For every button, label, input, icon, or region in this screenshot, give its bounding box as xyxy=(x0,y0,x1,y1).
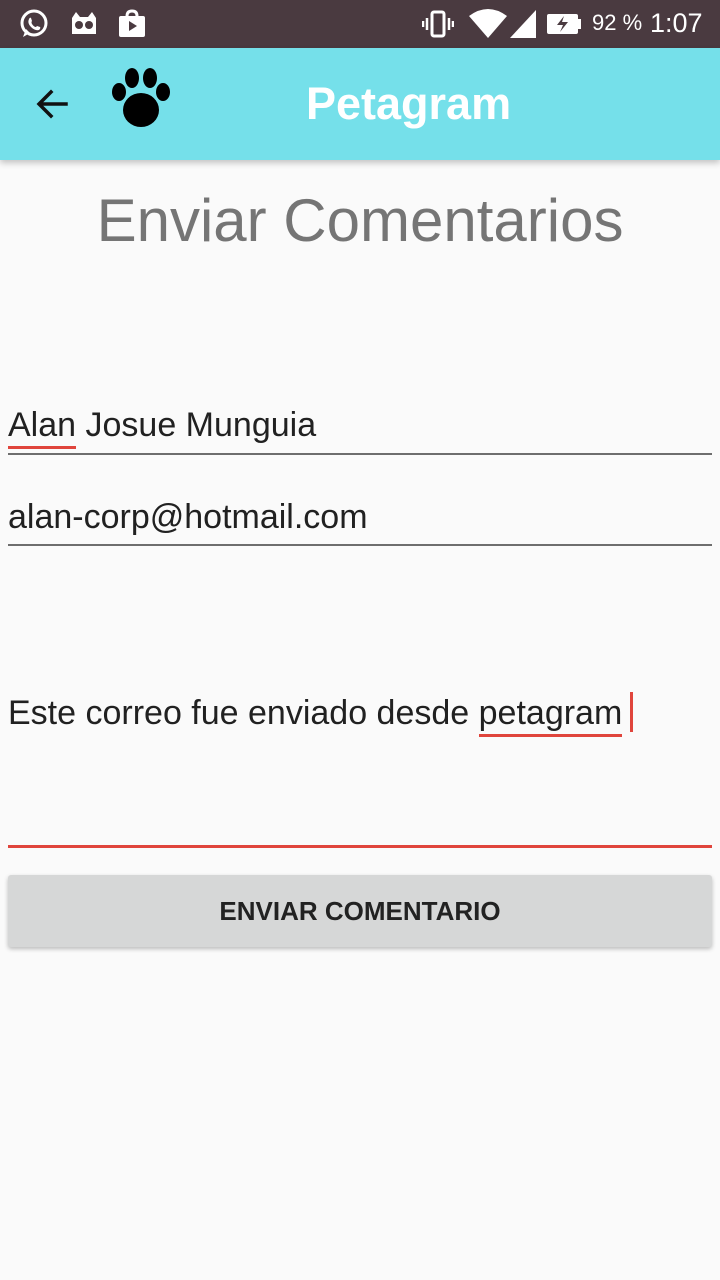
signal-icon xyxy=(510,10,536,38)
message-field[interactable]: Este correo fue enviado desde petagram xyxy=(8,692,712,852)
name-underline xyxy=(8,453,712,455)
text-cursor xyxy=(630,692,634,732)
name-field[interactable]: Alan Josue Munguia xyxy=(8,406,712,458)
clock: 1:07 xyxy=(650,8,703,38)
battery-percent: 92 % xyxy=(592,10,643,35)
name-first: Alan xyxy=(8,406,77,449)
message-end: petagram xyxy=(478,694,623,737)
vibrate-icon xyxy=(422,10,454,38)
message-value: Este correo fue enviado desde petagram xyxy=(8,692,634,737)
battery-charging-icon xyxy=(547,14,581,34)
paw-icon xyxy=(112,68,170,127)
whatsapp-icon xyxy=(20,9,48,37)
app-title: Petagram xyxy=(306,78,512,129)
back-button[interactable] xyxy=(28,80,76,128)
shop-bag-icon xyxy=(119,9,145,37)
email-underline xyxy=(8,544,712,546)
email-value: alan-corp@hotmail.com xyxy=(8,498,368,536)
page-title: Enviar Comentarios xyxy=(96,187,624,254)
status-bar: 92 % 1:07 xyxy=(0,0,720,48)
wifi-icon xyxy=(469,9,507,38)
cat-android-icon xyxy=(72,12,96,34)
name-value: Alan Josue Munguia xyxy=(8,406,317,449)
message-underline xyxy=(8,845,712,848)
back-arrow-icon xyxy=(36,89,68,119)
send-comment-button[interactable]: ENVIAR COMENTARIO xyxy=(8,875,712,947)
message-start: Este correo fue enviado desde xyxy=(8,694,479,732)
email-field[interactable]: alan-corp@hotmail.com xyxy=(8,498,712,550)
app-bar: Petagram xyxy=(0,48,720,160)
name-rest: Josue Munguia xyxy=(76,406,317,444)
